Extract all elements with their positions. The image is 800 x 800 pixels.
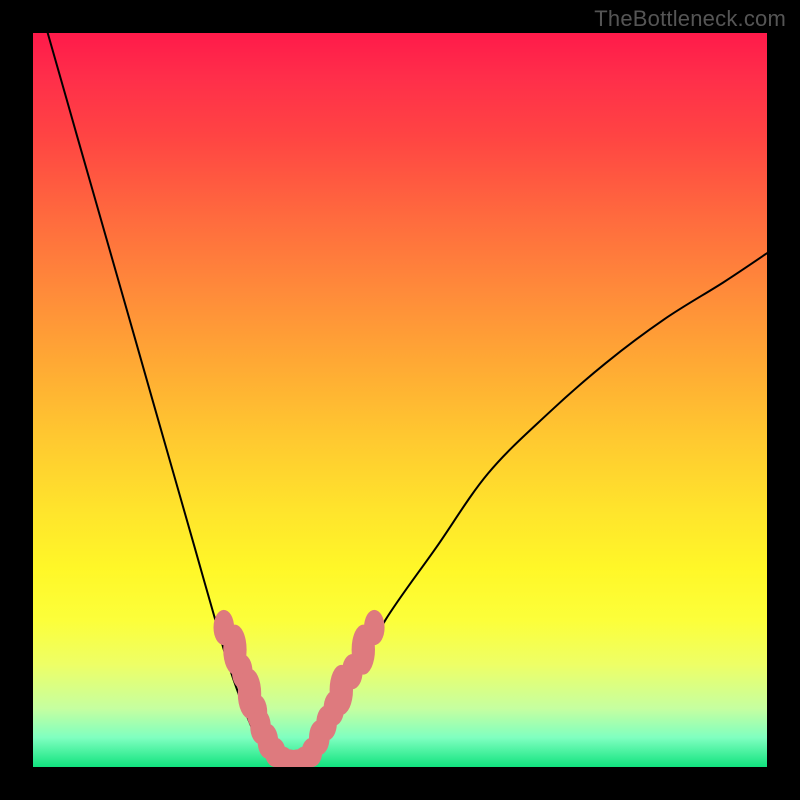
curve-layer <box>33 33 767 767</box>
curve-marker <box>364 610 385 645</box>
marker-group <box>214 610 385 767</box>
plot-area <box>33 33 767 767</box>
bottleneck-curve <box>48 33 767 764</box>
chart-frame: TheBottleneck.com <box>0 0 800 800</box>
watermark-text: TheBottleneck.com <box>594 6 786 32</box>
